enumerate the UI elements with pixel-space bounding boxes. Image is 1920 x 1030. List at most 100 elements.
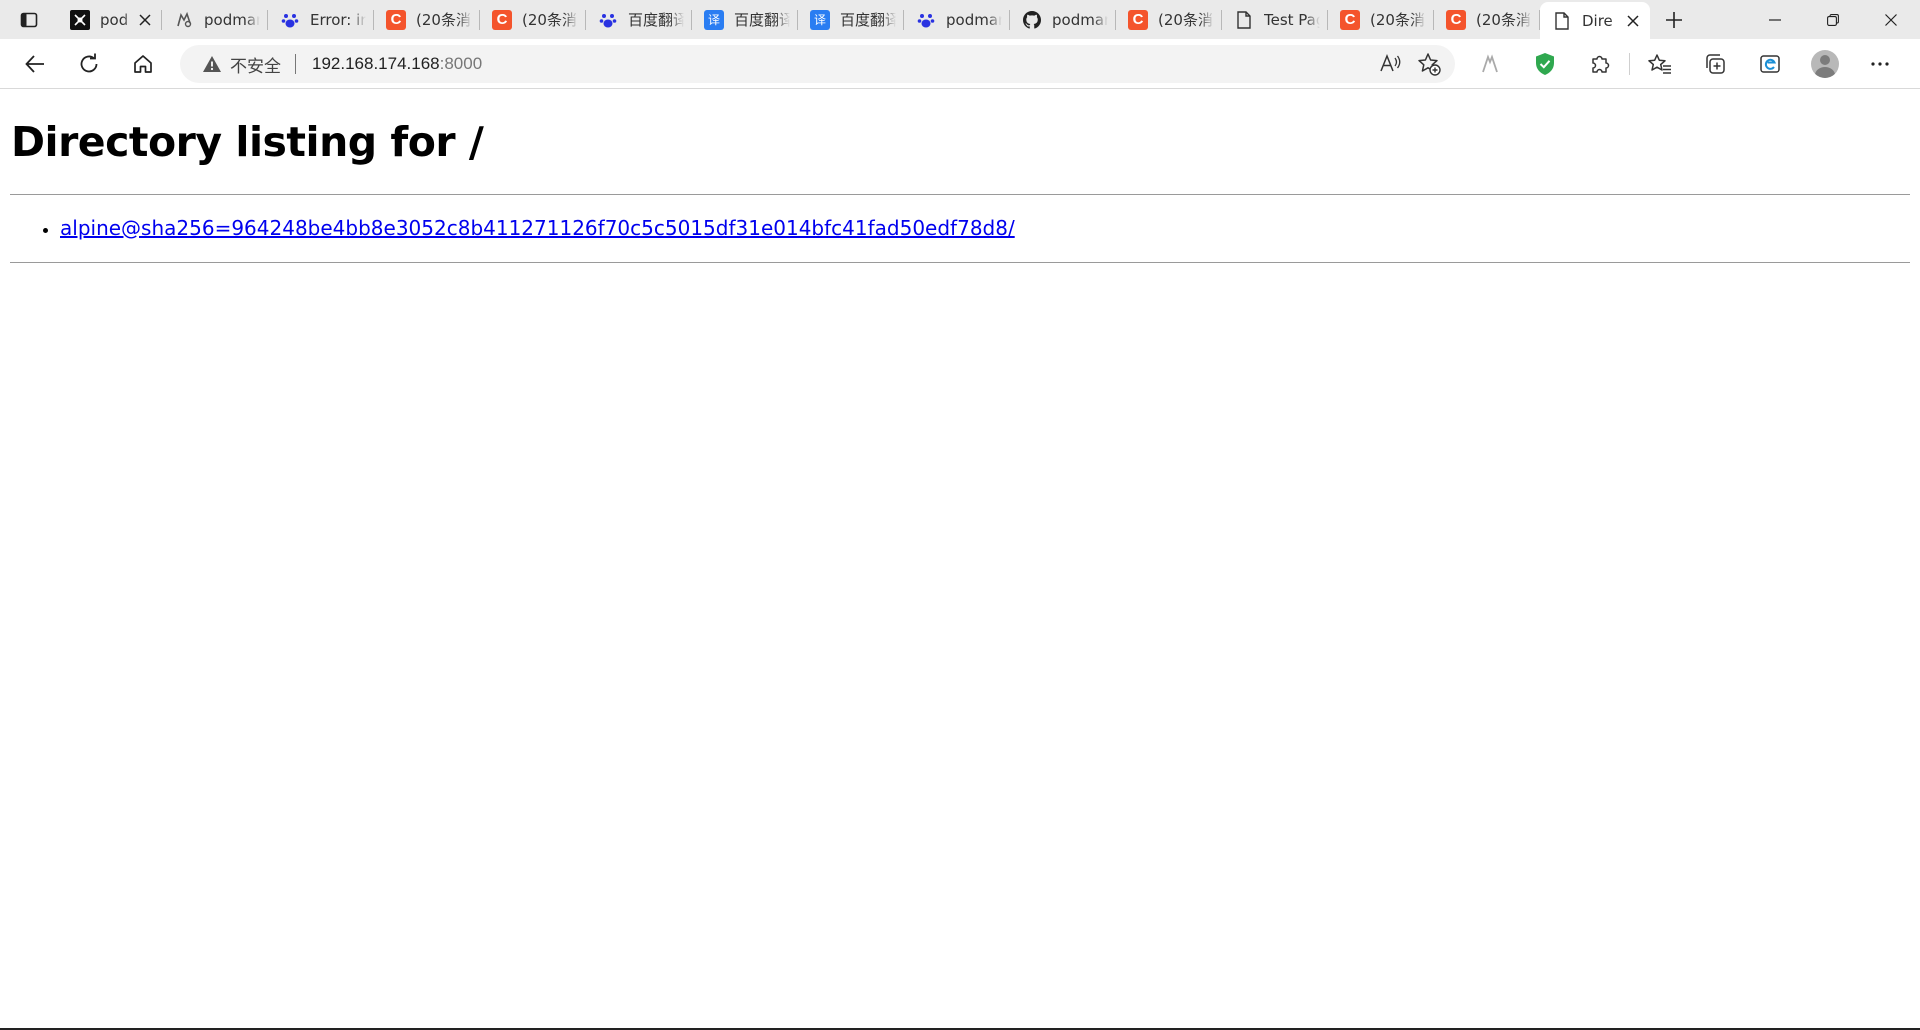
url-port: :8000 xyxy=(439,54,483,73)
minimize-icon xyxy=(1769,18,1781,21)
tab-actions-icon xyxy=(20,12,38,27)
puzzle-icon xyxy=(1591,55,1609,73)
url-text[interactable]: 192.168.174.168:8000 xyxy=(312,54,482,74)
tab-title: Test Page xyxy=(1264,10,1320,29)
profile-button[interactable] xyxy=(1797,44,1852,84)
read-aloud-icon xyxy=(1380,53,1401,72)
new-tab-button[interactable] xyxy=(1650,0,1698,39)
list-item: alpine@sha256=964248be4bb8e3052c8b411271… xyxy=(60,214,1015,242)
tab-title: (20条消息 xyxy=(522,11,578,29)
site-security-indicator[interactable]: 不安全 xyxy=(202,52,312,77)
tab-title: (20条消息 xyxy=(1476,11,1532,29)
directory-entry-link[interactable]: alpine@sha256=964248be4bb8e3052c8b411271… xyxy=(60,216,1015,240)
tab-title: podman xyxy=(946,10,1002,29)
csdn-c-icon: C xyxy=(492,9,512,30)
tab-csdn-5[interactable]: C (20条消息 xyxy=(1434,0,1540,39)
add-favorite-button[interactable] xyxy=(1417,52,1441,76)
extension-button-1[interactable] xyxy=(1462,44,1517,84)
read-aloud-button[interactable] xyxy=(1379,53,1403,75)
tab-csdn-1[interactable]: C (20条消息 xyxy=(374,0,480,39)
close-icon xyxy=(1885,13,1897,26)
star-add-icon xyxy=(1418,53,1441,76)
tab-podman-2[interactable]: podman xyxy=(162,0,268,39)
toolbar-divider xyxy=(1629,53,1630,75)
tab-directory-listing[interactable]: Dire xyxy=(1540,2,1650,39)
page-title: Directory listing for / xyxy=(11,118,484,166)
tab-baidu-translate-1[interactable]: 百度翻译 xyxy=(586,0,692,39)
page-content: Directory listing for / alpine@sha256=96… xyxy=(0,90,1920,1025)
adblock-extension-button[interactable] xyxy=(1517,44,1572,84)
refresh-button[interactable] xyxy=(62,44,116,84)
tab-strip: pod podman Error: init C (20条消息 C ( xyxy=(0,0,1920,39)
settings-more-button[interactable] xyxy=(1852,44,1907,84)
tab-test-page[interactable]: Test Page xyxy=(1222,0,1328,39)
tab-title: podman xyxy=(1052,10,1108,29)
csdn-c-icon: C xyxy=(1128,9,1148,30)
warning-icon xyxy=(203,56,221,72)
baidu-paw-icon xyxy=(598,10,618,30)
edge-icon xyxy=(1759,55,1780,73)
plus-icon xyxy=(1666,11,1682,28)
avatar xyxy=(1810,50,1839,78)
edge-bar-button[interactable] xyxy=(1742,44,1797,84)
tab-list: pod podman Error: init C (20条消息 C ( xyxy=(58,0,1650,39)
arrow-left-icon xyxy=(25,54,44,73)
tab-title: pod xyxy=(100,10,129,29)
tab-title: 百度翻译 xyxy=(840,11,896,29)
url-host: 192.168.174.168 xyxy=(312,54,440,73)
tab-actions-button[interactable] xyxy=(0,0,58,39)
shield-check-icon xyxy=(1535,53,1554,75)
minimize-button[interactable] xyxy=(1746,0,1804,39)
back-button[interactable] xyxy=(8,44,62,84)
close-icon[interactable] xyxy=(136,11,154,29)
tab-podman-baidu[interactable]: podman xyxy=(904,0,1010,39)
tab-title: (20条消息 xyxy=(1370,11,1426,29)
tab-podman-1[interactable]: pod xyxy=(58,0,162,39)
collections-button[interactable] xyxy=(1687,44,1742,84)
tab-baidu-translate-2[interactable]: 译 百度翻译 xyxy=(692,0,798,39)
divider-bottom xyxy=(10,262,1910,263)
home-button[interactable] xyxy=(116,44,170,84)
github-icon xyxy=(1022,10,1042,30)
tab-podman-github[interactable]: podman xyxy=(1010,0,1116,39)
restore-icon xyxy=(1827,13,1839,26)
divider-top xyxy=(10,194,1910,195)
favorites-button[interactable] xyxy=(1632,44,1687,84)
baidu-translate-icon: 译 xyxy=(704,9,724,30)
tab-csdn-4[interactable]: C (20条消息 xyxy=(1328,0,1434,39)
address-bar-actions xyxy=(1379,52,1441,76)
address-divider xyxy=(295,54,296,74)
csdn-c-icon: C xyxy=(386,9,406,30)
refresh-icon xyxy=(80,53,98,72)
browser-toolbar: 不安全 192.168.174.168:8000 xyxy=(0,39,1920,89)
tab-title: Error: init xyxy=(310,10,366,29)
podman-seal-icon xyxy=(174,10,194,30)
restore-button[interactable] xyxy=(1804,0,1862,39)
baidu-paw-icon xyxy=(280,10,300,30)
favorites-icon xyxy=(1647,54,1671,74)
home-icon xyxy=(134,54,152,73)
tab-title: 百度翻译 xyxy=(628,11,684,29)
tab-error-init[interactable]: Error: init xyxy=(268,0,374,39)
tab-title: 百度翻译 xyxy=(734,11,790,29)
close-window-button[interactable] xyxy=(1862,0,1920,39)
collections-icon xyxy=(1705,54,1725,74)
window-controls xyxy=(1746,0,1920,39)
security-label: 不安全 xyxy=(230,56,281,76)
address-bar[interactable]: 不安全 192.168.174.168:8000 xyxy=(180,45,1455,83)
page-icon xyxy=(1234,10,1254,30)
tab-title: (20条消息 xyxy=(416,11,472,29)
tab-csdn-3[interactable]: C (20条消息 xyxy=(1116,0,1222,39)
toolbar-extensions xyxy=(1462,44,1907,84)
tab-title: Dire xyxy=(1582,11,1613,30)
csdn-c-icon: C xyxy=(1446,9,1466,30)
tab-csdn-2[interactable]: C (20条消息 xyxy=(480,0,586,39)
more-horizontal-icon xyxy=(1870,62,1889,66)
baidu-paw-icon xyxy=(916,10,936,30)
podman-logo-icon xyxy=(70,9,90,30)
close-icon[interactable] xyxy=(1624,12,1642,30)
csdn-c-icon: C xyxy=(1340,9,1360,30)
tab-baidu-translate-3[interactable]: 译 百度翻译 xyxy=(798,0,904,39)
page-icon xyxy=(1552,11,1572,31)
extensions-button[interactable] xyxy=(1572,44,1627,84)
